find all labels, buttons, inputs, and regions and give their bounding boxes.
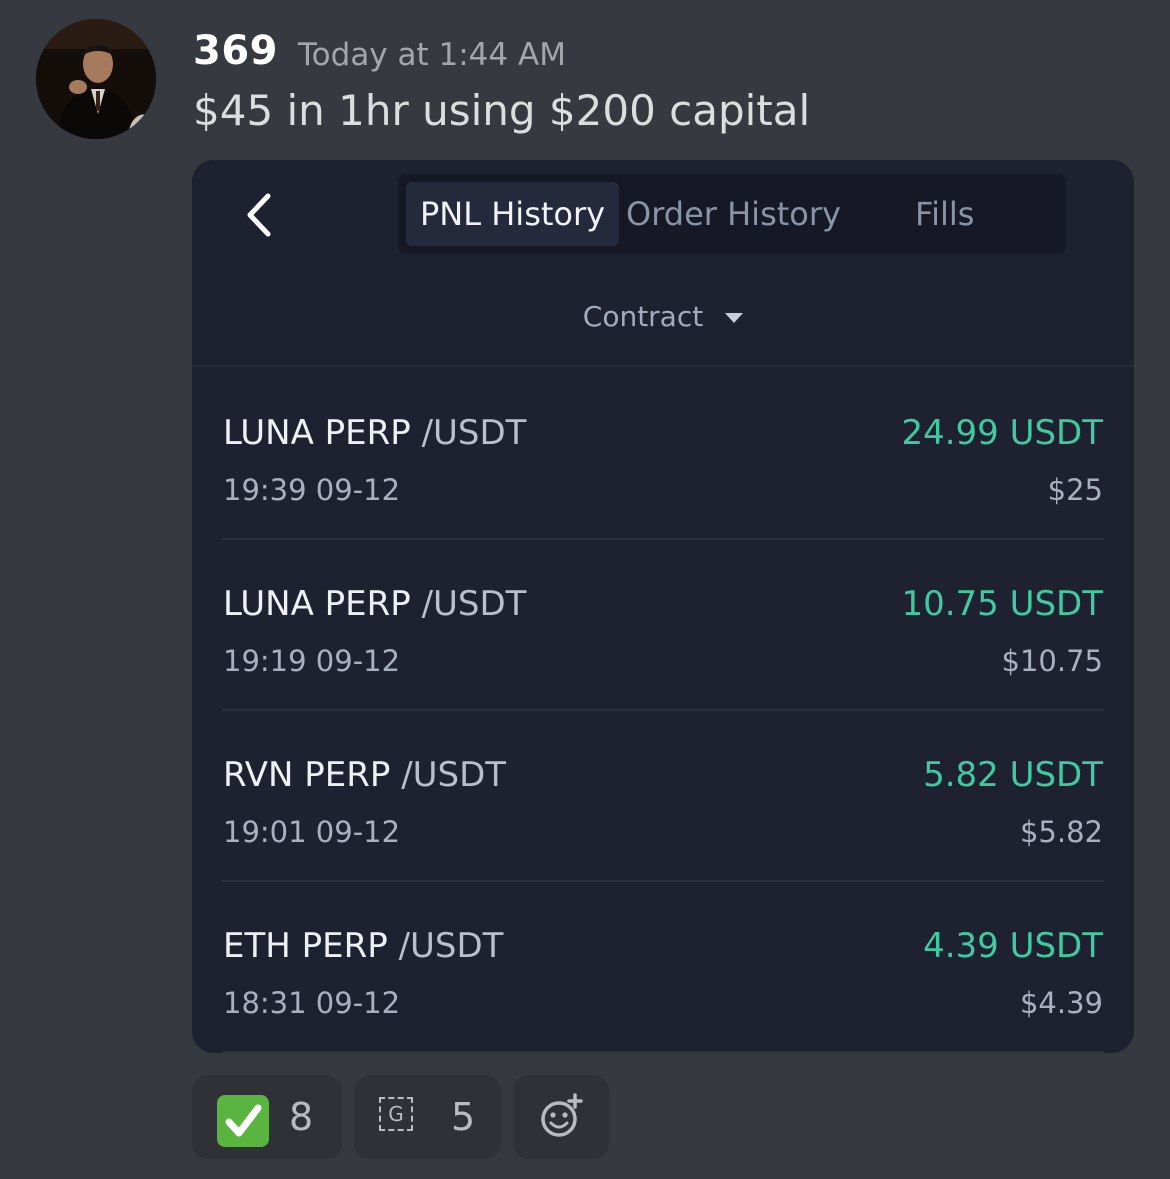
contract-filter-dropdown[interactable]: Contract xyxy=(192,300,1134,333)
quote-currency: /USDT xyxy=(401,755,507,795)
reaction-count: 8 xyxy=(289,1095,314,1139)
pnl-amount: 24.99 USDT xyxy=(901,413,1103,453)
contract-filter-label: Contract xyxy=(582,300,704,333)
message-timestamp: Today at 1:44 AM xyxy=(298,37,566,73)
add-reaction-icon xyxy=(541,1093,583,1137)
history-tabs: PNL History Order History Fills xyxy=(398,174,1066,254)
pnl-usd-value: $10.75 xyxy=(1001,644,1103,678)
pair-label: RVN PERP /USDT xyxy=(223,755,506,795)
pnl-amount: 10.75 USDT xyxy=(901,584,1103,624)
contract-name: ETH PERP xyxy=(223,926,388,966)
pnl-row[interactable]: LUNA PERP /USDT 19:39 09-12 24.99 USDT $… xyxy=(222,367,1104,540)
pnl-usd-value: $4.39 xyxy=(1019,986,1103,1020)
tab-fills[interactable]: Fills xyxy=(915,182,974,246)
pnl-row[interactable]: ETH PERP /USDT 18:31 09-12 4.39 USDT $4.… xyxy=(222,880,1104,1053)
pnl-usd-value: $25 xyxy=(1047,473,1103,507)
white-check-mark-icon xyxy=(217,1095,269,1147)
tab-order-history[interactable]: Order History xyxy=(626,182,841,246)
reaction-g[interactable]: G 5 xyxy=(354,1075,501,1159)
pair-label: LUNA PERP /USDT xyxy=(223,584,526,624)
reaction-count: 5 xyxy=(451,1095,476,1139)
add-reaction-button[interactable] xyxy=(513,1075,609,1159)
quote-currency: /USDT xyxy=(398,926,504,966)
trade-time: 18:31 09-12 xyxy=(223,986,401,1020)
pair-label: LUNA PERP /USDT xyxy=(223,413,526,453)
back-arrow-icon[interactable] xyxy=(236,190,286,240)
author-avatar[interactable] xyxy=(36,19,156,139)
trade-time: 19:01 09-12 xyxy=(223,815,401,849)
pnl-row[interactable]: LUNA PERP /USDT 19:19 09-12 10.75 USDT $… xyxy=(222,538,1104,711)
caret-down-icon xyxy=(725,313,744,323)
quote-currency: /USDT xyxy=(421,584,527,624)
pair-label: ETH PERP /USDT xyxy=(223,926,503,966)
contract-name: LUNA PERP xyxy=(223,584,411,624)
quote-currency: /USDT xyxy=(421,413,527,453)
pnl-amount: 5.82 USDT xyxy=(923,755,1103,795)
contract-name: LUNA PERP xyxy=(223,413,411,453)
pnl-row[interactable]: RVN PERP /USDT 19:01 09-12 5.82 USDT $5.… xyxy=(222,709,1104,882)
contract-name: RVN PERP xyxy=(223,755,391,795)
pnl-usd-value: $5.82 xyxy=(1019,815,1103,849)
avatar-image xyxy=(36,19,156,139)
message-content: $45 in 1hr using $200 capital xyxy=(193,86,811,135)
trade-time: 19:19 09-12 xyxy=(223,644,401,678)
g-letter-emoji-icon: G xyxy=(379,1097,413,1131)
trade-time: 19:39 09-12 xyxy=(223,473,401,507)
pnl-amount: 4.39 USDT xyxy=(923,926,1103,966)
tab-pnl-history[interactable]: PNL History xyxy=(406,182,620,246)
author-name[interactable]: 369 xyxy=(193,28,278,74)
attached-screenshot[interactable]: PNL History Order History Fills Contract… xyxy=(192,160,1134,1053)
reaction-check[interactable]: 8 xyxy=(192,1075,342,1159)
